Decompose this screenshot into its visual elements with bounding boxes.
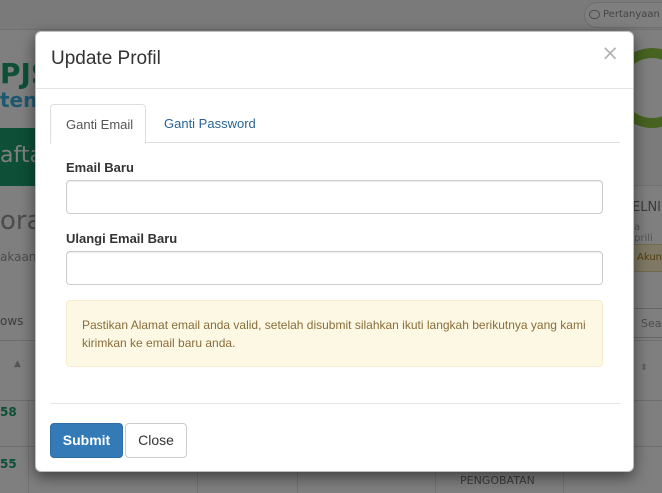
email-baru-label: Email Baru	[66, 160, 134, 175]
footer-divider	[50, 403, 620, 404]
modal-header: Update Profil ×	[36, 32, 633, 89]
ulangi-email-label: Ulangi Email Baru	[66, 231, 178, 246]
ulangi-email-input[interactable]	[66, 251, 603, 285]
warning-alert: Pastikan Alamat email anda valid, setela…	[66, 300, 603, 367]
close-button[interactable]: Close	[125, 423, 187, 458]
update-profile-modal: Update Profil × Ganti Email Ganti Passwo…	[35, 31, 634, 472]
submit-button[interactable]: Submit	[50, 423, 123, 458]
modal-title: Update Profil	[51, 48, 161, 69]
tab-ganti-password[interactable]: Ganti Password	[149, 104, 271, 144]
tab-ganti-email[interactable]: Ganti Email	[50, 104, 146, 144]
close-icon[interactable]: ×	[601, 43, 619, 64]
tab-bar: Ganti Email Ganti Password	[50, 104, 620, 144]
email-baru-input[interactable]	[66, 180, 603, 214]
